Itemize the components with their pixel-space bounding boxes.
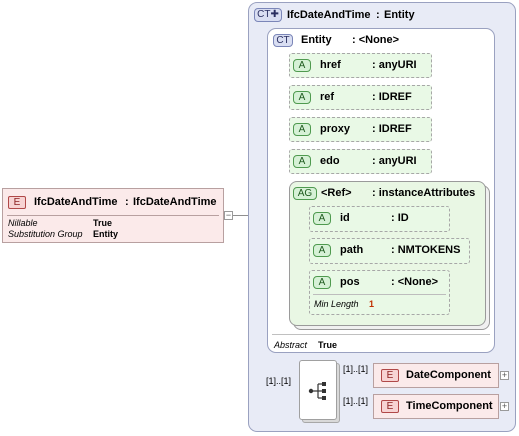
attribute-badge: A — [313, 212, 331, 225]
complex-type-separator: : — [376, 9, 380, 21]
abstract-key: Abstract — [274, 340, 308, 350]
attribute-ref[interactable]: A ref : IDREF — [289, 85, 432, 110]
attribute-name: path — [340, 244, 364, 256]
child-element-timecomponent[interactable]: E TimeComponent — [373, 394, 499, 419]
attribute-badge: A — [293, 155, 311, 168]
expand-toggle-timecomponent[interactable]: + — [500, 402, 509, 411]
sequence-icon — [308, 382, 326, 400]
attribute-href[interactable]: A href : anyURI — [289, 53, 432, 78]
attribute-group-type: : instanceAttributes — [372, 187, 476, 199]
attribute-edo[interactable]: A edo : anyURI — [289, 149, 432, 174]
entity-type: : <None> — [352, 34, 400, 46]
attribute-group-name: <Ref> — [321, 187, 352, 199]
attribute-badge: A — [293, 123, 311, 136]
attribute-name: ref — [320, 91, 335, 103]
attribute-type: : ID — [391, 212, 409, 224]
child-multiplicity-date: [1]..[1] — [343, 364, 369, 374]
complex-type-name: IfcDateAndTime — [287, 9, 371, 21]
attribute-badge: A — [313, 244, 331, 257]
attribute-path[interactable]: A path : NMTOKENS — [309, 238, 470, 264]
attribute-type: : <None> — [391, 276, 439, 288]
child-multiplicity-time: [1]..[1] — [343, 396, 369, 406]
main-element-type: IfcDateAndTime — [133, 196, 217, 208]
main-element-separator: : — [125, 196, 129, 208]
attribute-type: : IDREF — [372, 91, 412, 103]
child-element-name: DateComponent — [406, 369, 491, 381]
collapse-toggle-main[interactable]: − — [224, 211, 233, 220]
attribute-id[interactable]: A id : ID — [309, 206, 450, 232]
attribute-group-badge: AG — [293, 187, 317, 200]
element-badge: E — [8, 196, 26, 209]
facet-key-min-length: Min Length — [314, 299, 359, 309]
facet-value-min-length: 1 — [369, 299, 375, 309]
attribute-badge: A — [293, 91, 311, 104]
sequence-compositor[interactable] — [299, 360, 337, 420]
entity-divider — [272, 334, 490, 335]
main-element-divider — [7, 215, 219, 216]
attribute-badge: A — [293, 59, 311, 72]
main-element-name: IfcDateAndTime — [34, 196, 118, 208]
abstract-value: True — [318, 340, 338, 350]
attribute-name: proxy — [320, 123, 350, 135]
main-element-box[interactable]: E IfcDateAndTime : IfcDateAndTime Nillab… — [2, 188, 224, 243]
prop-value-substitution-group: Entity — [93, 229, 119, 239]
sequence-multiplicity: [1]..[1] — [266, 376, 292, 386]
complex-type-badge: CT✚ — [254, 8, 282, 22]
complex-type-base: Entity — [384, 9, 415, 21]
attribute-pos-divider — [313, 294, 446, 295]
attribute-name: pos — [340, 276, 360, 288]
extension-plus-icon: ✚ — [270, 9, 279, 20]
child-element-datecomponent[interactable]: E DateComponent — [373, 363, 499, 388]
entity-badge: CT — [273, 34, 293, 47]
element-badge: E — [381, 369, 399, 382]
prop-key-nillable: Nillable — [8, 218, 38, 228]
element-badge: E — [381, 400, 399, 413]
attribute-name: href — [320, 59, 341, 71]
expand-toggle-datecomponent[interactable]: + — [500, 371, 509, 380]
prop-key-substitution-group: Substitution Group — [8, 229, 83, 239]
prop-value-nillable: True — [93, 218, 113, 228]
attribute-name: id — [340, 212, 350, 224]
child-element-name: TimeComponent — [406, 400, 493, 412]
attribute-type: : anyURI — [372, 155, 417, 167]
attribute-name: edo — [320, 155, 340, 167]
attribute-proxy[interactable]: A proxy : IDREF — [289, 117, 432, 142]
entity-name: Entity — [301, 34, 332, 46]
attribute-badge: A — [313, 276, 331, 289]
attribute-type: : NMTOKENS — [391, 244, 461, 256]
attribute-pos[interactable]: A pos : <None> Min Length 1 — [309, 270, 450, 315]
attribute-type: : IDREF — [372, 123, 412, 135]
attribute-type: : anyURI — [372, 59, 417, 71]
